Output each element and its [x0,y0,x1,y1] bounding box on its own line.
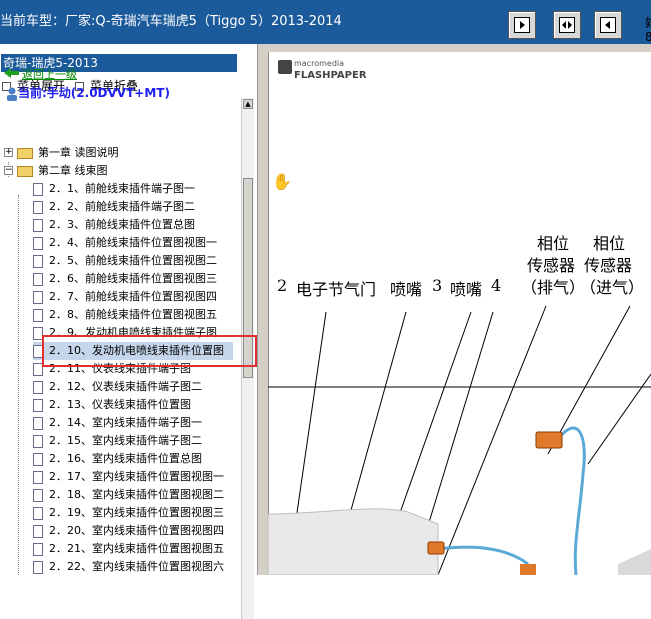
diagram-label: 3 [432,276,443,295]
document-icon [33,272,43,286]
diagram-label: 2 [277,276,288,295]
diagram-label: 相位 [593,234,626,253]
tree-item-label: 2．7、前舱线束插件位置图视图四 [49,290,217,303]
document-icon [33,254,43,268]
tree-item-label: 2．20、室内线束插件位置图视图四 [49,524,224,537]
back-arrow-icon [4,68,19,78]
tree-item[interactable]: 2．17、室内线束插件位置图视图一 [33,468,243,486]
tree-item[interactable]: 2．13、仪表线束插件位置图 [33,396,243,414]
diagram-label: 电子节气门 [296,280,377,299]
tree-item[interactable]: 2．22、室内线束插件位置图视图六 [33,558,243,576]
tree-item-label: 2．12、仪表线束插件端子图二 [49,380,202,393]
tree-item[interactable]: 2．1、前舱线束插件端子图一 [33,180,243,198]
document-icon [33,182,43,196]
nav-last-button[interactable] [594,11,622,39]
tree-item[interactable]: 2．7、前舱线束插件位置图视图四 [33,288,243,306]
tree-item-label: 2．18、室内线束插件位置图视图二 [49,488,224,501]
back-link[interactable]: 返回上一级 [4,66,77,82]
document-icon [33,200,43,214]
tree-item[interactable]: 2．4、前舱线束插件位置图视图一 [33,234,243,252]
tree-item[interactable]: 2．14、室内线束插件端子图一 [33,414,243,432]
minus-icon[interactable]: − [4,166,13,175]
arrow-left-icon [600,17,616,33]
scroll-up-icon[interactable]: ▲ [243,99,253,109]
document-icon [33,434,43,448]
tree-item[interactable]: 2．20、室内线束插件位置图视图四 [33,522,243,540]
document-icon [33,524,43,538]
wiring-diagram [267,305,651,575]
tree-item-label: 2．6、前舱线束插件位置图视图三 [49,272,217,285]
tree-item-label: 2．22、室内线束插件位置图视图六 [49,560,224,573]
tree-item[interactable]: 2．18、室内线束插件位置图视图二 [33,486,243,504]
split-arrows-icon [559,17,575,33]
document-icon [33,218,43,232]
tree-item-label: 2．1、前舱线束插件端子图一 [49,182,195,195]
plus-icon[interactable]: + [4,148,13,157]
tree-connector [18,195,19,575]
arrow-right-icon [514,17,530,33]
diagram-label: 传感器 [584,256,633,275]
document-icon [33,380,43,394]
document-icon [33,236,43,250]
tree-item-label: 2．3、前舱线束插件位置总图 [49,218,195,231]
tree-item[interactable]: 2．6、前舱线束插件位置图视图三 [33,270,243,288]
nav-split-button[interactable] [553,11,581,39]
tree-item[interactable]: 2．8、前舱线束插件位置图视图五 [33,306,243,324]
tree-item[interactable]: 2．12、仪表线束插件端子图二 [33,378,243,396]
vehicle-title: 当前车型：厂家:Q-奇瑞汽车瑞虎5（Tiggo 5）2013-2014 [0,14,342,29]
document-icon [33,398,43,412]
tree-item-label: 2．4、前舱线束插件位置图视图一 [49,236,217,249]
tree-item-label: 2．13、仪表线束插件位置图 [49,398,191,411]
document-icon [33,416,43,430]
document-icon [33,308,43,322]
document-icon [33,452,43,466]
diagram-label: 传感器 [527,256,576,275]
tree-item-label: 2．14、室内线束插件端子图一 [49,416,202,429]
tree-item-label: 2．19、室内线束插件位置图视图三 [49,506,224,519]
tree-item-label: 2．16、室内线束插件位置总图 [49,452,202,465]
document-icon [33,488,43,502]
diagram-label: 相位 [537,234,570,253]
diagram-label: （进气） [580,278,645,297]
tree-item[interactable]: 2．2、前舱线束插件端子图二 [33,198,243,216]
tree-item[interactable]: 2．5、前舱线束插件位置图视图二 [33,252,243,270]
tree-item-label: 2．15、室内线束插件端子图二 [49,434,202,447]
folder-icon [17,147,33,159]
tree-item-label: 2．21、室内线束插件位置图视图五 [49,542,224,555]
folder-open-icon [17,165,33,177]
tree-item-label: 2．8、前舱线束插件位置图视图五 [49,308,217,321]
document-icon [33,290,43,304]
nav-first-button[interactable] [508,11,536,39]
tree-item[interactable]: 2．21、室内线束插件位置图视图五 [33,540,243,558]
side-text: 欸8 [645,16,651,44]
document-icon [33,542,43,556]
tree-item[interactable]: 2．16、室内线束插件位置总图 [33,450,243,468]
diagram-label: 4 [491,276,502,295]
diagram-label: 喷嘴 [450,280,483,299]
top-bar: 当前车型：厂家:Q-奇瑞汽车瑞虎5（Tiggo 5）2013-2014 欸8 [0,0,651,44]
document-icon [33,560,43,574]
tree-item[interactable]: 2．3、前舱线束插件位置总图 [33,216,243,234]
tree-item[interactable]: 2．15、室内线束插件端子图二 [33,432,243,450]
current-node: 当前:手动(2.0DVVT+MT) [6,84,170,101]
tree-item-label: 2．2、前舱线束插件端子图二 [49,200,195,213]
document-icon [33,506,43,520]
diagram-label: （排气） [521,278,586,297]
tree-item-label: 2．17、室内线束插件位置图视图一 [49,470,224,483]
user-icon [7,87,17,101]
document-icon [33,470,43,484]
tree-item-label: 2．5、前舱线束插件位置图视图二 [49,254,217,267]
tree-item[interactable]: 2．19、室内线束插件位置图视图三 [33,504,243,522]
highlight-box [42,335,257,367]
diagram-label: 喷嘴 [390,280,423,299]
